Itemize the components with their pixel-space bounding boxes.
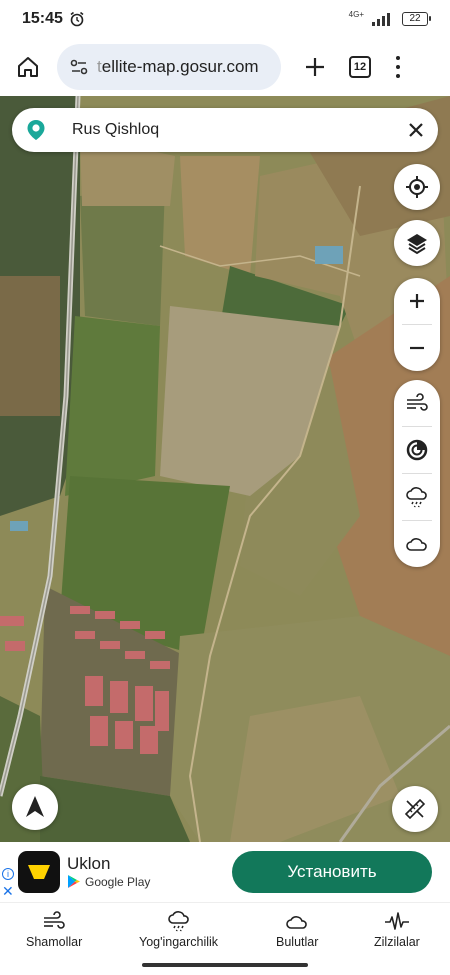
- nav-item-earthquakes[interactable]: Zilzilalar: [374, 909, 420, 949]
- ad-info-icon[interactable]: i: [2, 868, 14, 880]
- zoom-out-icon: [410, 346, 424, 350]
- measure-tool-button[interactable]: [392, 786, 438, 832]
- signal-icon: [372, 13, 390, 26]
- battery-indicator: 22: [402, 12, 431, 26]
- home-button[interactable]: [13, 52, 43, 82]
- layers-icon: [407, 234, 427, 255]
- cloud-icon: [286, 916, 307, 929]
- nav-label: Shamollar: [26, 935, 83, 949]
- tab-switcher-button[interactable]: 12: [349, 56, 371, 78]
- rain-cloud-icon: [167, 911, 189, 932]
- alarm-icon: [70, 11, 84, 27]
- close-icon[interactable]: [408, 122, 424, 138]
- satellite-map[interactable]: Rus Qishloq: [0, 96, 450, 842]
- rain-icon: [406, 487, 427, 508]
- address-bar[interactable]: tellite-map.gosur.com: [57, 44, 281, 90]
- uklon-logo-icon: [28, 865, 50, 879]
- location-pin-icon: [27, 120, 45, 140]
- ad-store-name: Google Play: [85, 874, 151, 889]
- nav-label: Bulutlar: [276, 935, 319, 949]
- ad-close-icon[interactable]: ✕: [2, 884, 14, 898]
- nav-item-winds[interactable]: Shamollar: [26, 909, 82, 949]
- menu-dot: [396, 56, 400, 60]
- install-button[interactable]: Установить: [232, 851, 432, 893]
- new-tab-button[interactable]: [303, 55, 327, 79]
- wind-layer-button[interactable]: [394, 380, 440, 426]
- menu-dot: [396, 74, 400, 78]
- nav-label: Yog'ingarchilik: [139, 935, 219, 949]
- zoom-in-icon: [410, 294, 424, 308]
- radar-layer-button[interactable]: [394, 427, 440, 473]
- url-text: tellite-map.gosur.com: [97, 57, 259, 77]
- browser-toolbar: tellite-map.gosur.com 12: [0, 38, 450, 96]
- ad-banner[interactable]: i ✕ Uklon Google Play Установить: [0, 842, 450, 902]
- url-main: ellite-map.gosur.com: [101, 57, 259, 76]
- map-search-box[interactable]: Rus Qishloq: [12, 108, 438, 152]
- cloud-icon: [406, 538, 427, 551]
- compass-icon: [26, 796, 44, 817]
- ruler-icon: [404, 798, 426, 820]
- status-bar: 15:45 4G+ 22: [0, 0, 450, 38]
- nav-label: Zilzilalar: [374, 935, 420, 949]
- menu-dot: [396, 65, 400, 69]
- nav-item-clouds[interactable]: Bulutlar: [276, 909, 318, 949]
- cloud-layer-button[interactable]: [394, 521, 440, 567]
- compass-button[interactable]: [12, 784, 58, 830]
- ad-app-name: Uklon: [67, 854, 111, 873]
- satellite-imagery: [0, 96, 450, 842]
- ad-store: Google Play: [67, 874, 150, 889]
- zoom-out-button[interactable]: [394, 325, 440, 371]
- gesture-handle[interactable]: [142, 963, 308, 967]
- nav-item-precipitation[interactable]: Yog'ingarchilik: [139, 909, 218, 949]
- browser-menu-button[interactable]: [395, 56, 401, 78]
- zoom-controls: [394, 278, 440, 371]
- layers-button[interactable]: [394, 220, 440, 266]
- home-icon: [18, 57, 38, 77]
- rain-layer-button[interactable]: [394, 474, 440, 520]
- app-logo: [18, 851, 60, 893]
- status-time: 15:45: [22, 10, 63, 27]
- google-play-icon: [68, 875, 80, 888]
- zoom-in-button[interactable]: [394, 278, 440, 324]
- seismic-icon: [384, 912, 409, 930]
- site-settings-icon[interactable]: [69, 57, 89, 77]
- plus-icon: [306, 58, 324, 76]
- wind-icon: [407, 393, 428, 411]
- wind-icon: [44, 911, 65, 929]
- weather-layers: [394, 380, 440, 567]
- locate-icon: [406, 176, 428, 198]
- network-type: 4G+: [348, 9, 364, 19]
- bottom-navigation: Shamollar Yog'ingarchilik Bulutlar Zilzi…: [0, 902, 450, 960]
- radar-icon: [406, 439, 428, 461]
- search-input[interactable]: Rus Qishloq: [72, 121, 159, 139]
- locate-button[interactable]: [394, 164, 440, 210]
